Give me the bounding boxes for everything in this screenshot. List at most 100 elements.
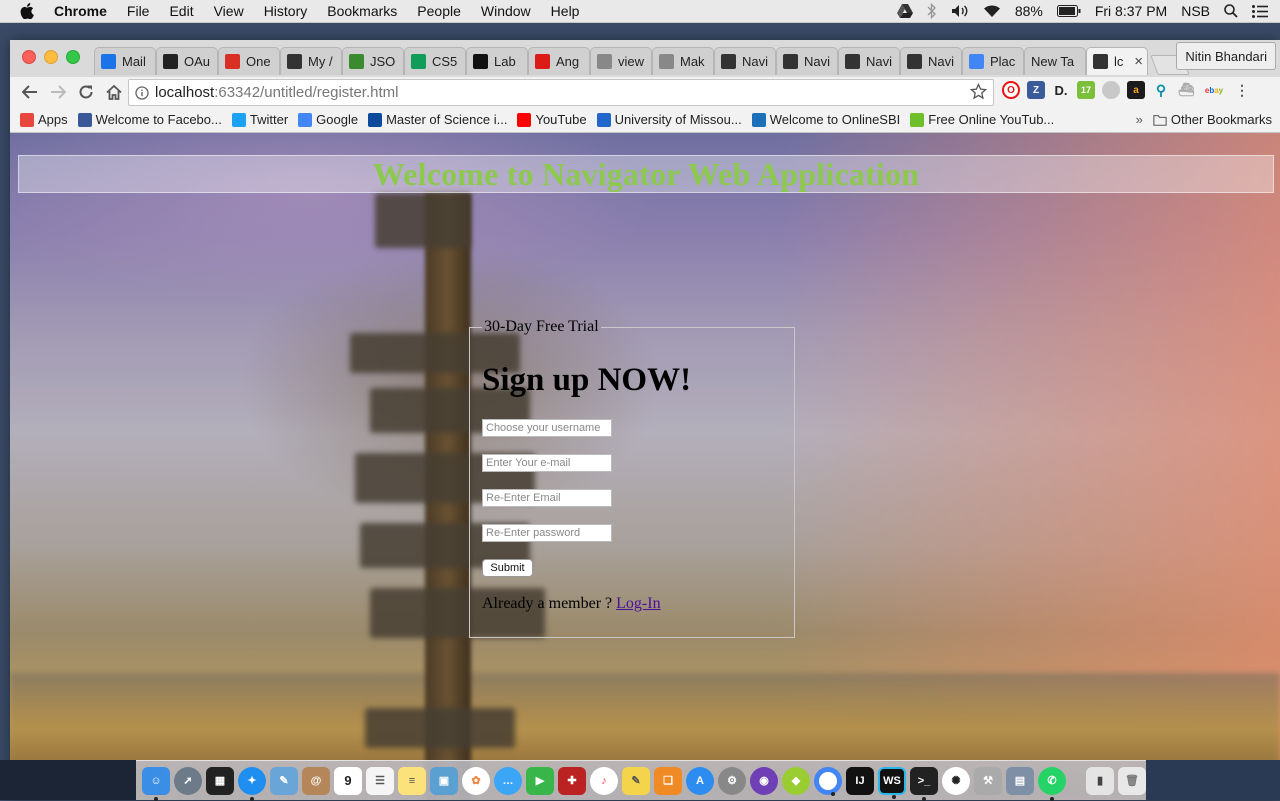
browser-tab[interactable]: Navi [714,47,776,75]
messages-icon[interactable]: … [494,766,522,795]
window-close-button[interactable] [22,50,36,64]
browser-tab[interactable]: view [590,47,652,75]
user-menu[interactable]: NSB [1181,3,1210,19]
launchpad-icon[interactable]: ➚ [174,766,202,795]
menu-bookmarks[interactable]: Bookmarks [327,3,397,19]
finder-icon[interactable]: ☺ [142,766,170,801]
bookmark-item[interactable]: YouTube [517,112,587,127]
downloads-stack-icon[interactable]: ▮ [1086,766,1114,795]
safari-icon[interactable]: ✦ [238,766,266,801]
browser-tab[interactable]: lc × [1086,47,1148,75]
wifi-icon[interactable] [983,4,1001,18]
site-info-icon[interactable] [129,85,155,100]
reenter-password-input[interactable] [482,524,612,542]
app-store-icon[interactable]: A [686,766,714,795]
menu-edit[interactable]: Edit [169,3,193,19]
d-extension-icon[interactable]: D. [1052,81,1070,99]
browser-tab[interactable]: Navi [776,47,838,75]
bluetooth-icon[interactable] [927,3,937,19]
terminal-icon[interactable]: >_ [910,766,938,801]
photo-app-icon[interactable]: ✚ [558,766,586,795]
browser-tab[interactable]: New Ta [1024,47,1086,75]
browser-tab[interactable]: Navi [900,47,962,75]
cloud-extension-icon[interactable] [1102,81,1120,99]
back-button[interactable] [16,78,44,106]
itunes-icon[interactable]: ♪ [590,766,618,795]
search-extension-icon[interactable]: ⚲ [1152,81,1170,99]
battery-percent[interactable]: 88% [1015,3,1043,19]
submit-button[interactable]: Submit [482,559,533,577]
browser-tab[interactable]: My / [280,47,342,75]
menu-window[interactable]: Window [481,3,531,19]
chrome-icon[interactable] [814,766,842,796]
browser-tab[interactable]: CS5 [404,47,466,75]
browser-tab[interactable]: Plac [962,47,1024,75]
profile-button[interactable]: Nitin Bhandari [1176,42,1276,70]
zotero-extension-icon[interactable]: Z [1027,81,1045,99]
ibooks-icon[interactable]: ❏ [654,766,682,795]
facetime-icon[interactable]: ▶ [526,766,554,795]
opera-extension-icon[interactable]: O [1002,81,1020,99]
email-input[interactable] [482,454,612,472]
bookmarks-overflow-chevron-icon[interactable]: » [1136,112,1143,127]
calendar-extension-icon[interactable]: 17 [1077,81,1095,99]
bookmark-item[interactable]: Apps [20,112,68,127]
volume-icon[interactable] [951,4,969,18]
network-utility-icon[interactable]: ▤ [1006,766,1034,795]
notes-icon[interactable]: ≡ [398,766,426,795]
photo-booth-icon[interactable]: ▣ [430,766,458,795]
menu-view[interactable]: View [214,3,244,19]
mission-control-icon[interactable]: ▦ [206,766,234,795]
photos-icon[interactable]: ✿ [462,766,490,795]
bookmark-item[interactable]: Twitter [231,112,288,127]
browser-tab[interactable]: Lab [466,47,528,75]
android-studio-icon[interactable]: ◆ [782,766,810,795]
menu-people[interactable]: People [417,3,461,19]
bookmark-star-icon[interactable] [969,82,988,104]
address-bar[interactable]: localhost:63342/untitled/register.html [128,79,994,106]
menu-file[interactable]: File [127,3,150,19]
eclipse-icon[interactable]: ✺ [942,766,970,795]
calendar-icon[interactable]: 9 [334,766,362,795]
menu-history[interactable]: History [264,3,308,19]
battery-icon[interactable] [1056,5,1081,17]
browser-tab[interactable]: Ang [528,47,590,75]
forward-button[interactable] [44,78,72,106]
window-minimize-button[interactable] [44,50,58,64]
menu-app-chrome[interactable]: Chrome [54,3,107,19]
login-link[interactable]: Log-In [616,595,660,612]
reload-button[interactable] [72,78,100,106]
apple-menu-icon[interactable] [20,3,40,19]
browser-tab[interactable]: One [218,47,280,75]
browser-tab[interactable]: Navi [838,47,900,75]
browser-tab[interactable]: JSO [342,47,404,75]
notification-center-icon[interactable] [1252,4,1268,18]
intellij-icon[interactable]: IJ [846,766,874,795]
contacts-icon[interactable]: @ [302,766,330,795]
trash-icon[interactable]: 🗑 [1118,766,1146,795]
preview-icon[interactable]: ✎ [270,766,298,795]
other-bookmarks-folder[interactable]: Other Bookmarks [1153,112,1272,127]
whatsapp-icon[interactable]: ✆ [1038,766,1066,801]
ebay-extension-icon[interactable]: ebay [1202,81,1226,99]
menu-help[interactable]: Help [551,3,580,19]
github-desktop-icon[interactable]: ◉ [750,766,778,795]
reminders-icon[interactable]: ☰ [366,766,394,795]
bookmark-item[interactable]: Free Online YouTub... [910,112,1054,127]
browser-tab[interactable]: Mak [652,47,714,75]
webstorm-icon[interactable]: WS [878,766,906,799]
bookmark-item[interactable]: Master of Science i... [368,112,507,127]
chrome-menu-icon[interactable]: ⋮ [1233,81,1251,99]
tab-close-icon[interactable]: × [1134,53,1143,70]
bookmark-item[interactable]: University of Missou... [596,112,742,127]
xcode-instruments-icon[interactable]: ⚒ [974,766,1002,795]
window-maximize-button[interactable] [66,50,80,64]
browser-tab[interactable]: Mail [94,47,156,75]
bookmark-item[interactable]: Welcome to Facebo... [77,112,222,127]
clock[interactable]: Fri 8:37 PM [1095,3,1167,19]
bookmark-item[interactable]: Welcome to OnlineSBI [751,112,900,127]
username-input[interactable] [482,419,612,437]
system-preferences-icon[interactable]: ⚙ [718,766,746,795]
google-drive-icon[interactable] [896,4,913,18]
spotlight-search-icon[interactable] [1224,4,1238,18]
